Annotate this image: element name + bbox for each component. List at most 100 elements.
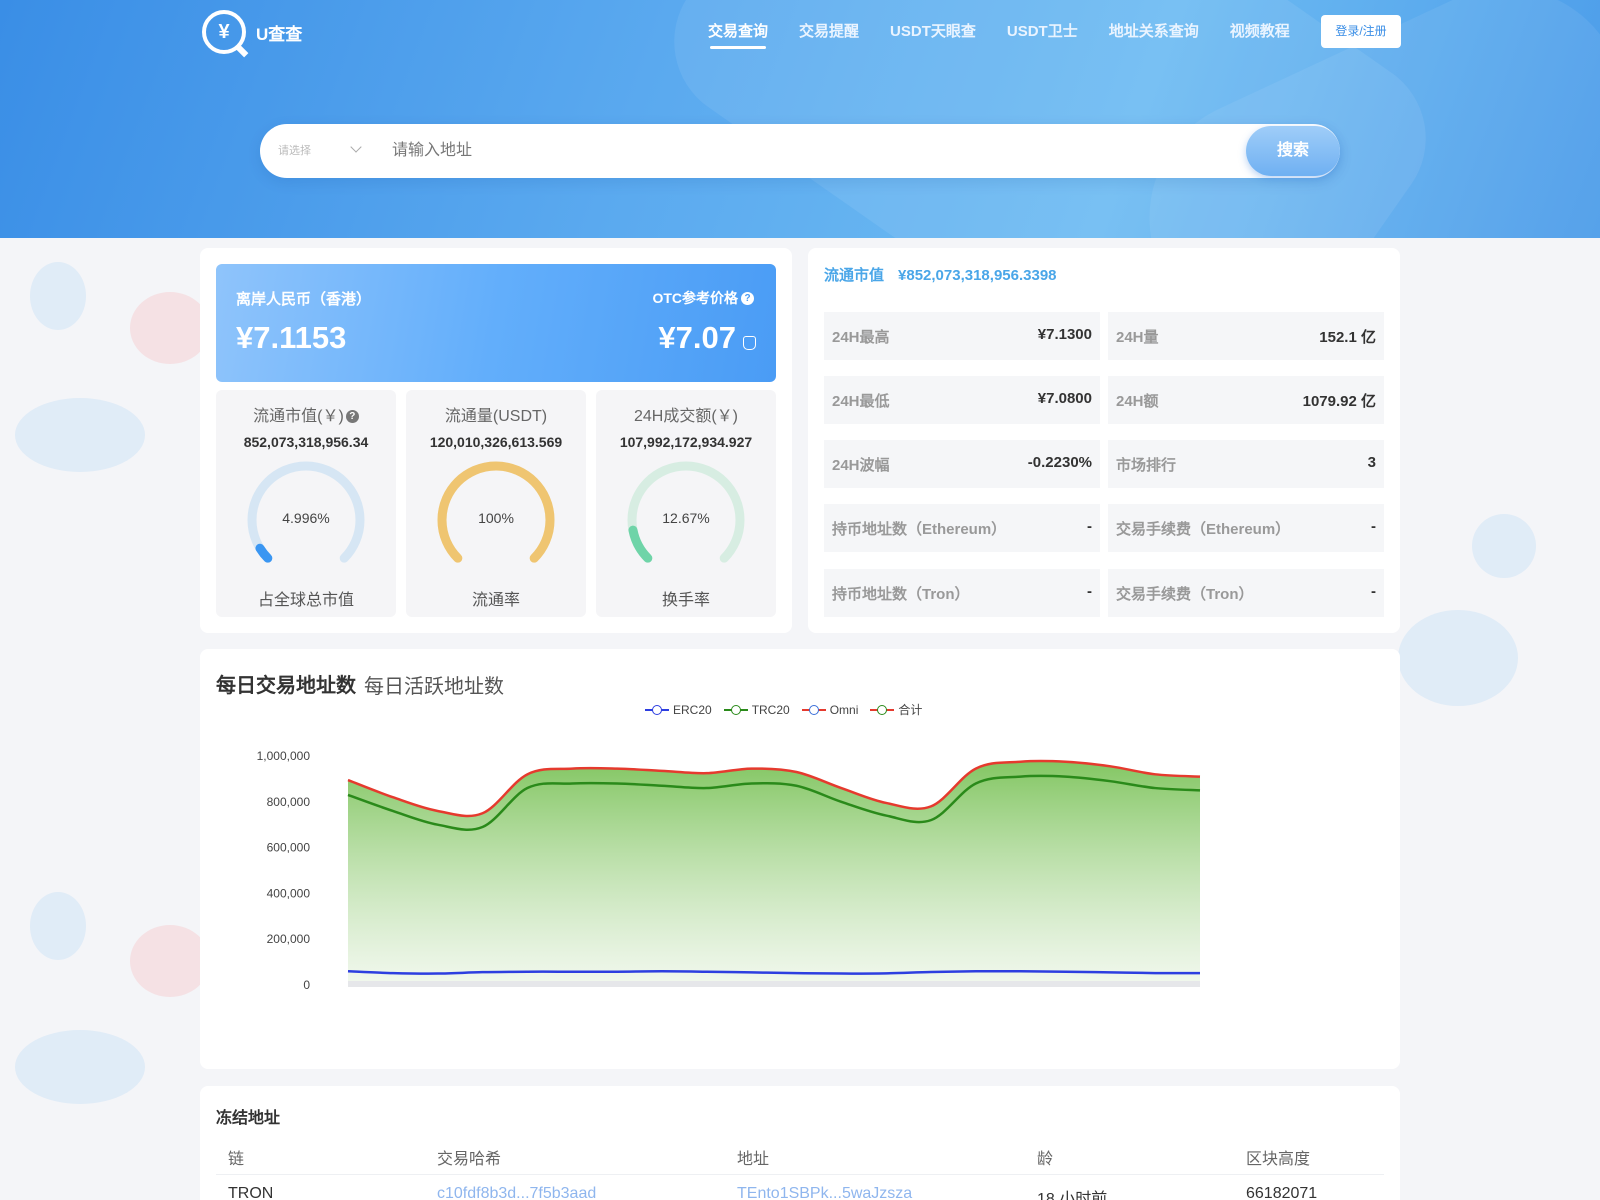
stat-value: -0.2230% xyxy=(1027,454,1092,471)
bg-coin-decoration xyxy=(30,262,86,330)
stat-cell: 24H波幅 -0.2230% xyxy=(824,440,1100,488)
gauge-fill xyxy=(628,525,653,563)
rate-banner: 离岸人民币（香港） ¥7.1153 OTC参考价格? ¥7.07 xyxy=(216,264,776,382)
legend-marker xyxy=(870,704,895,715)
login-register-button[interactable]: 登录/注册 xyxy=(1321,15,1401,48)
stat-key: 24H最低 xyxy=(832,393,890,410)
stat-key: 24H最高 xyxy=(832,329,890,346)
stat-value: 120,010,326,613.569 xyxy=(429,434,563,450)
stat-value: - xyxy=(1087,583,1092,600)
stat-key: 交易手续费（Ethereum） xyxy=(1116,521,1291,538)
chart-legend: ERC20 TRC20 Omni 合计 xyxy=(645,701,922,718)
stat-24h-volume: 24H成交额(￥) 107,992,172,934.927 12.67% 换手率 xyxy=(596,390,776,617)
daily-address-chart-card: 每日交易地址数 每日活跃地址数 ERC20 TRC20 Omni 合计 1,00… xyxy=(200,649,1400,1069)
market-cap-value: ¥852,073,318,956.3398 xyxy=(898,267,1057,284)
nav-item-usdt-guard[interactable]: USDT卫士 xyxy=(1007,20,1078,41)
column-header-age: 龄 xyxy=(1037,1151,1054,1168)
stat-cell: 市场排行 3 xyxy=(1108,440,1384,488)
frozen-address-card: 冻结地址 链 交易哈希 地址 龄 区块高度 TRON c10fdf8b3d...… xyxy=(200,1086,1400,1200)
address-search-input[interactable] xyxy=(392,124,1272,178)
stat-cell: 持币地址数（Tron） - xyxy=(824,569,1100,617)
market-cap-label: 流通市值 xyxy=(824,267,885,284)
frozen-address-title: 冻结地址 xyxy=(216,1110,281,1127)
help-icon[interactable]: ? xyxy=(345,410,359,423)
legend-item-omni[interactable]: Omni xyxy=(801,701,858,718)
y-tick-label: 0 xyxy=(303,978,310,992)
y-tick-label: 600,000 xyxy=(267,841,311,855)
stat-key: 交易手续费（Tron） xyxy=(1116,586,1254,603)
area-chart: 1,000,000 800,000 600,000 400,000 200,000 0 xyxy=(257,749,1201,992)
table-cell-tx-hash-link[interactable]: c10fdf8b3d...7f5b3aad xyxy=(437,1185,596,1200)
nav-item-usdt-eye[interactable]: USDT天眼查 xyxy=(890,20,976,41)
column-header-chain: 链 xyxy=(228,1151,245,1168)
nav-item-tx-query[interactable]: 交易查询 xyxy=(708,20,768,49)
column-header-block-height: 区块高度 xyxy=(1246,1151,1311,1168)
legend-label: TRC20 xyxy=(751,702,790,717)
stat-key: 持币地址数（Ethereum） xyxy=(832,521,1007,538)
table-cell-chain: TRON xyxy=(228,1185,274,1200)
stat-value: 3 xyxy=(1367,454,1376,471)
stat-cell: 持币地址数（Ethereum） - xyxy=(824,504,1100,552)
legend-item-erc20[interactable]: ERC20 xyxy=(645,701,712,718)
gauge-market-share: 4.996% xyxy=(244,458,368,582)
gauge-percent: 100% xyxy=(478,510,514,526)
column-header-address: 地址 xyxy=(737,1151,770,1168)
market-stats-card: 流通市值 ¥852,073,318,956.3398 24H最高 ¥7.1300 2… xyxy=(808,248,1400,633)
bg-coin-decoration xyxy=(130,925,210,997)
bg-coin-decoration xyxy=(15,398,145,472)
table-cell-age: 18 小时前 xyxy=(1037,1191,1108,1200)
price-overview-card: 离岸人民币（香港） ¥7.1153 OTC参考价格? ¥7.07 流通市值(￥)… xyxy=(200,248,792,633)
market-cap-row: 流通市值 ¥852,073,318,956.3398 xyxy=(824,264,1057,285)
chart-tab-daily-tx-addresses[interactable]: 每日交易地址数 xyxy=(216,669,356,698)
stat-key: 市场排行 xyxy=(1116,457,1177,474)
legend-marker xyxy=(645,704,669,715)
stat-value: 152.1 亿 xyxy=(1319,329,1376,346)
stat-value: ¥7.1300 xyxy=(1037,326,1092,343)
stat-key: 24H量 xyxy=(1116,329,1159,346)
nav-item-video-tutorial[interactable]: 视频教程 xyxy=(1230,20,1290,41)
table-cell-address-link[interactable]: TEnto1SBPk...5waJzsza xyxy=(737,1185,912,1200)
stat-market-cap: 流通市值(￥)? 852,073,318,956.34 4.996% 占全球总市… xyxy=(216,390,396,617)
offshore-rate-label: 离岸人民币（香港） xyxy=(236,291,372,308)
otc-price-value: ¥7.07 xyxy=(658,320,736,355)
stat-value: 1079.92 亿 xyxy=(1302,393,1376,410)
legend-item-trc20[interactable]: TRC20 xyxy=(723,701,790,718)
logo-text: U查查 xyxy=(256,24,303,44)
stat-value: - xyxy=(1371,518,1376,535)
stat-value: ¥7.0800 xyxy=(1037,390,1092,407)
legend-marker xyxy=(723,704,748,715)
offshore-rate-value: ¥7.1153 xyxy=(236,320,347,355)
gauge-fill xyxy=(255,543,273,563)
search-button[interactable]: 搜索 xyxy=(1246,126,1340,176)
legend-item-total[interactable]: 合计 xyxy=(870,701,922,718)
x-axis-band xyxy=(348,981,1200,987)
chart-tab-daily-active-addresses[interactable]: 每日活跃地址数 xyxy=(364,670,504,699)
gauge-circulation-rate: 100% xyxy=(434,458,558,582)
logo-icon xyxy=(202,10,249,58)
column-header-tx-hash: 交易哈希 xyxy=(437,1151,502,1168)
y-tick-label: 800,000 xyxy=(267,795,311,809)
nav-item-tx-alert[interactable]: 交易提醒 xyxy=(799,20,859,41)
gauge-turnover-rate: 12.67% xyxy=(624,458,748,582)
bg-coin-decoration xyxy=(1472,514,1536,578)
stat-key: 24H波幅 xyxy=(832,457,890,474)
stat-cell: 交易手续费（Tron） - xyxy=(1108,569,1384,617)
help-icon[interactable]: ? xyxy=(741,292,754,305)
stat-value: - xyxy=(1371,583,1376,600)
stat-key: 持币地址数（Tron） xyxy=(832,586,970,603)
table-cell-block-height: 66182071 xyxy=(1246,1185,1318,1200)
legend-label: ERC20 xyxy=(673,702,712,717)
pointer-hand-icon[interactable] xyxy=(743,336,756,350)
stat-value: 107,992,172,934.927 xyxy=(619,434,753,450)
stat-subtitle: 占全球总市值 xyxy=(257,592,354,609)
y-tick-label: 400,000 xyxy=(267,886,311,900)
nav-item-address-relation[interactable]: 地址关系查询 xyxy=(1109,20,1199,41)
stat-subtitle: 换手率 xyxy=(661,592,710,609)
stat-value: - xyxy=(1087,518,1092,535)
stat-title: 流通市值(￥)? xyxy=(216,402,396,426)
bg-coin-decoration xyxy=(15,1030,145,1104)
bg-coin-decoration xyxy=(130,292,210,364)
stat-cell: 24H最高 ¥7.1300 xyxy=(824,312,1100,360)
logo[interactable]: U查查 xyxy=(202,10,303,58)
y-tick-label: 1,000,000 xyxy=(257,749,311,763)
